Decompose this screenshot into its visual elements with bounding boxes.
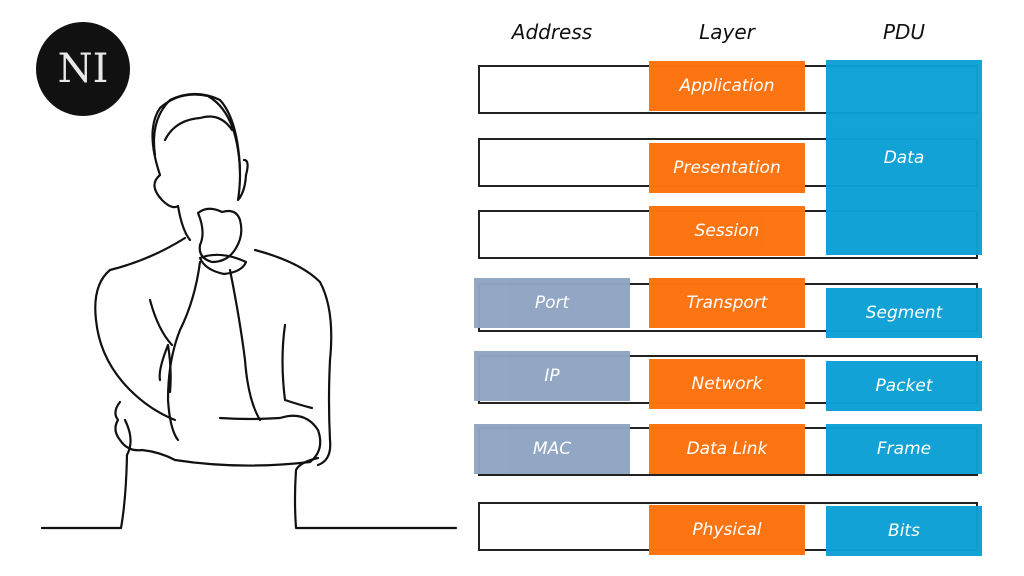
wrist-cuff: [198, 253, 248, 276]
layer-data-link: Data Link: [649, 424, 805, 474]
left-shoulder: [94, 236, 187, 422]
header-address: Address: [511, 20, 593, 44]
address-ip: IP: [474, 351, 630, 401]
thinking-man-line-drawing: [40, 92, 458, 530]
layer-application: Application: [649, 61, 805, 111]
folded-arm: [114, 400, 322, 467]
raised-forearm: [166, 260, 262, 442]
pdu-bits: Bits: [826, 506, 982, 556]
layer-session: Session: [649, 206, 805, 256]
address-port: Port: [474, 278, 630, 328]
address-mac: MAC: [474, 424, 630, 474]
pdu-data: Data: [826, 60, 982, 255]
lower-torso: [123, 418, 132, 457]
header-layer: Layer: [699, 20, 755, 44]
layer-presentation: Presentation: [649, 143, 805, 193]
layer-transport: Transport: [649, 278, 805, 328]
pdu-segment: Segment: [826, 288, 982, 338]
header-pdu: PDU: [882, 20, 926, 44]
hair-lines: [152, 92, 242, 172]
sleeve-fold-right: [281, 323, 314, 410]
ground-line-right: [293, 456, 458, 530]
ground-line-left: [40, 453, 129, 530]
layer-physical: Physical: [649, 505, 805, 555]
pdu-frame: Frame: [826, 424, 982, 474]
layer-network: Network: [649, 359, 805, 409]
pdu-packet: Packet: [826, 361, 982, 411]
